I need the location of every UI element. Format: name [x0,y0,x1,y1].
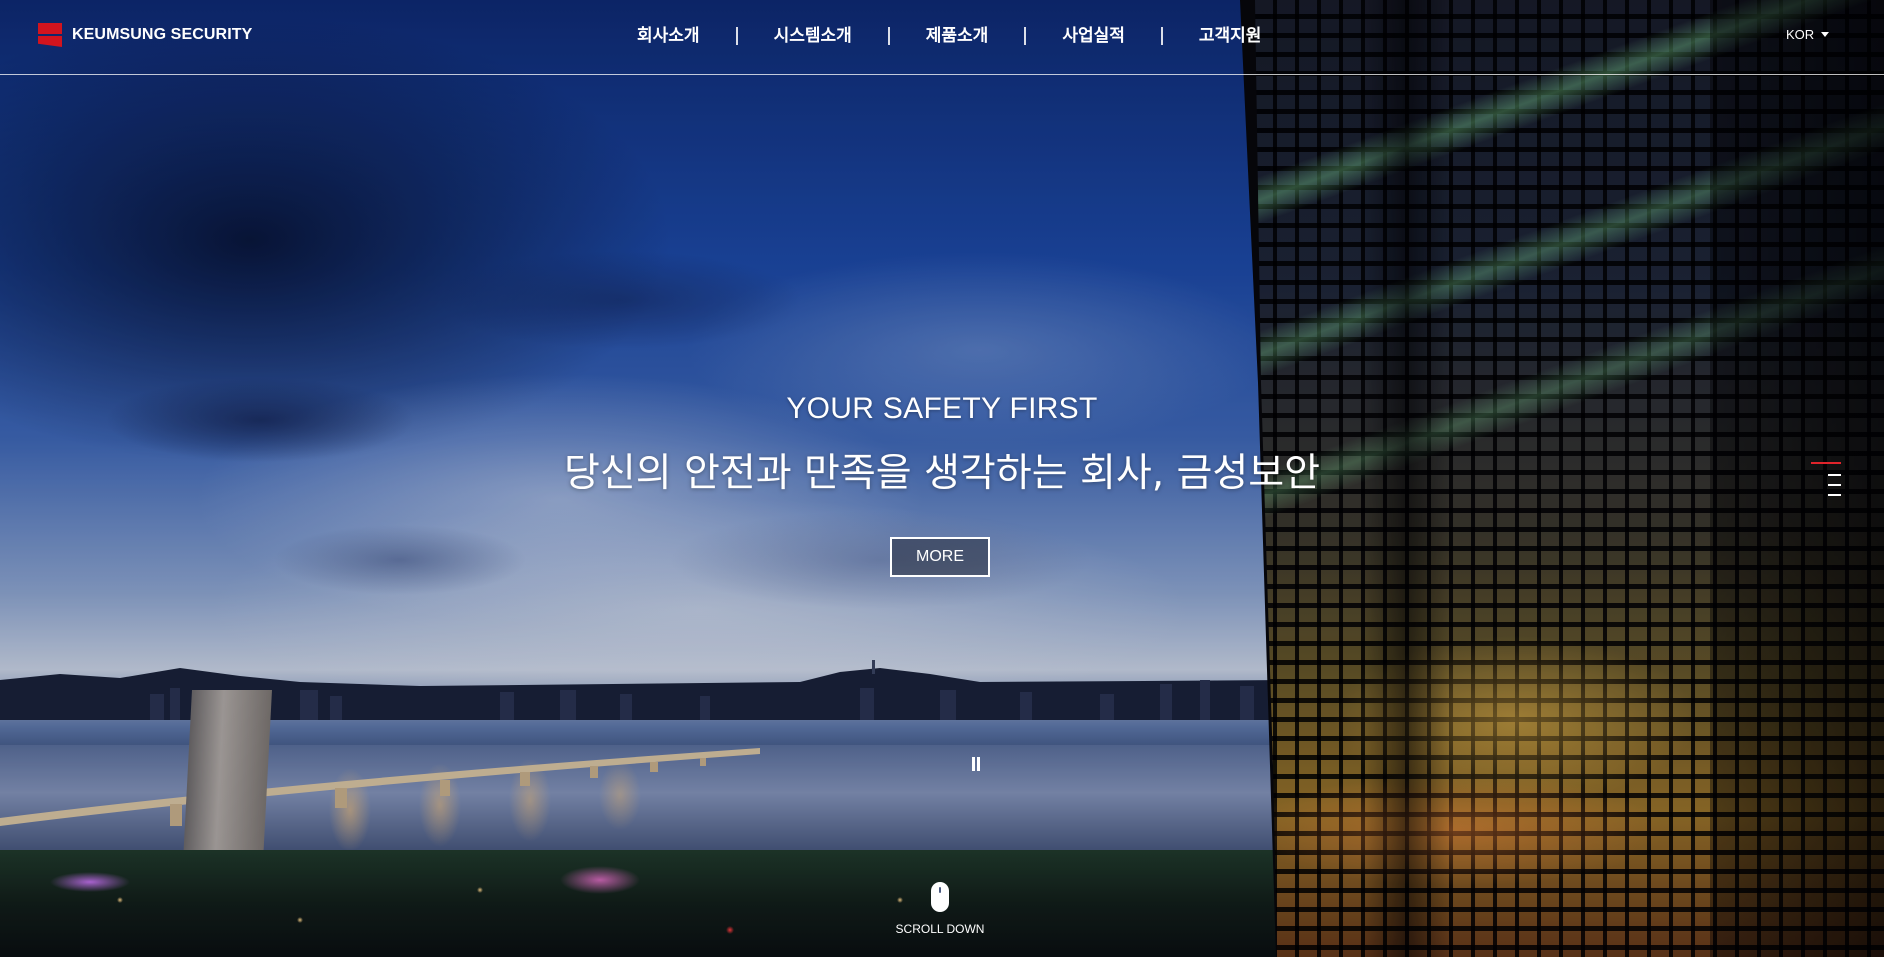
caret-down-icon [1821,31,1830,37]
mouse-icon [931,882,949,912]
hero-subtitle: YOUR SAFETY FIRST [786,392,1098,425]
slide-indicator[interactable] [1828,484,1841,486]
nav-divider [1024,27,1027,45]
scroll-down-label: SCROLL DOWN [895,922,985,936]
nav-item-projects[interactable]: 사업실적 [1044,24,1143,48]
nav-divider [887,27,890,45]
pause-button[interactable] [970,757,982,773]
site-header: KEUMSUNG SECURITY 회사소개 시스템소개 제품소개 사업실적 고… [0,0,1884,75]
main-nav: 회사소개 시스템소개 제품소개 사업실적 고객지원 [619,24,1279,48]
scroll-down-button[interactable]: SCROLL DOWN [890,882,990,942]
nav-divider [735,27,738,45]
hero-title: 당신의 안전과 만족을 생각하는 회사, 금성보안 [563,451,1321,496]
nav-divider [1160,27,1163,45]
slide-indicator[interactable] [1828,474,1841,476]
more-button[interactable]: MORE [890,537,990,577]
slide-indicator[interactable] [1828,494,1841,496]
nav-item-system[interactable]: 시스템소개 [756,24,870,48]
nav-item-support[interactable]: 고객지원 [1181,24,1280,48]
slide-pager [1809,462,1841,506]
logo-icon [38,23,62,47]
nav-item-company[interactable]: 회사소개 [619,24,718,48]
brand-logo[interactable]: KEUMSUNG SECURITY [38,23,252,47]
language-selector[interactable]: KOR [1786,25,1830,43]
brand-name: KEUMSUNG SECURITY [72,26,253,43]
language-label: KOR [1786,26,1815,42]
slide-indicator-active[interactable] [1811,462,1841,464]
nav-item-products[interactable]: 제품소개 [908,24,1007,48]
pause-icon [972,757,975,771]
